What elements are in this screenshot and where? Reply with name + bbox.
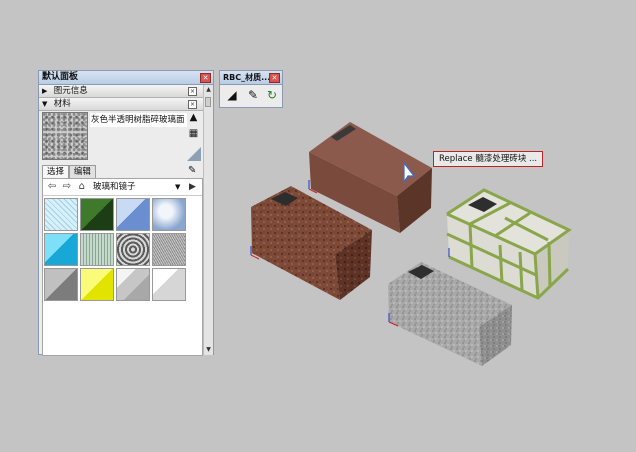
rbc-close-button[interactable]: ✕ (269, 73, 280, 83)
material-swatch-glass-cyan[interactable] (44, 233, 78, 266)
material-browser: ⇦ ⇨ ⌂ 玻璃和镜子 ▼ ▶ (42, 178, 203, 356)
material-nav-bar: ⇦ ⇨ ⌂ 玻璃和镜子 ▼ ▶ (43, 179, 202, 196)
replace-material-icon[interactable]: ↻ (264, 87, 280, 103)
material-swatch-glass-gray-diagonal[interactable] (44, 268, 78, 301)
material-swatch-glass-yellow[interactable] (80, 268, 114, 301)
material-swatch-glass-green-dark[interactable] (80, 198, 114, 231)
scroll-up-icon[interactable]: ▲ (204, 85, 213, 95)
tab-select[interactable]: 选择 (42, 165, 70, 178)
material-swatch-glass-grid-blue[interactable] (44, 198, 78, 231)
default-tray-panel: 默认面板 ✕ ▶ 图元信息 × ▼ 材料 × ▲ ▼ 灰色半透明树脂碎玻璃面 ▲… (38, 70, 214, 356)
home-icon[interactable]: ⌂ (76, 179, 88, 195)
scroll-thumb[interactable] (205, 97, 211, 107)
section-entity-info-label: 图元信息 (53, 86, 88, 96)
section-materials-label: 材料 (53, 99, 71, 109)
details-arrow-icon[interactable]: ▶ (189, 179, 196, 195)
replace-tooltip: Replace 髓漆处理砖块 ... (433, 151, 544, 167)
rbc-title: RBC_材质... (223, 73, 271, 82)
paint-bucket-icon[interactable]: ▲ (187, 112, 200, 124)
material-name-field[interactable]: 灰色半透明树脂碎玻璃面 (90, 113, 187, 127)
material-preview-swatch (42, 112, 88, 160)
material-swatch-glass-blue-gradient[interactable] (116, 198, 150, 231)
material-tabs: 选择 编辑 (42, 165, 96, 178)
material-swatch-glass-ribbed-green[interactable] (80, 233, 114, 266)
box-green-grout-panels[interactable] (446, 188, 572, 300)
eyedropper-icon[interactable]: ✎ (245, 87, 261, 103)
material-swatch-glass-patterned-gray[interactable] (116, 233, 150, 266)
tray-title: 默认面板 (42, 72, 79, 82)
material-swatch-glass-white-gradient[interactable] (152, 268, 186, 301)
rbc-title-bar[interactable]: RBC_材质... ✕ (220, 71, 282, 85)
material-swatch-glass-speckled-gray[interactable] (152, 233, 186, 266)
paint-bucket-icon[interactable]: ◢ (224, 87, 240, 103)
material-swatch-glass-frosted-steps[interactable] (116, 268, 150, 301)
collapse-arrow-icon[interactable]: ▼ (42, 98, 51, 110)
rbc-material-window: RBC_材质... ✕ ◢ ✎ ↻ (219, 70, 283, 108)
tray-close-button[interactable]: ✕ (200, 73, 211, 83)
back-arrow-icon[interactable]: ⇦ (46, 179, 58, 195)
sample-paint-icon[interactable] (187, 147, 201, 161)
eyedropper-icon[interactable]: ✎ (188, 165, 196, 176)
forward-arrow-icon[interactable]: ⇨ (61, 179, 73, 195)
tab-edit[interactable]: 编辑 (68, 165, 96, 178)
tray-scrollbar[interactable]: ▲ ▼ (203, 85, 213, 355)
material-swatch-glass-sky[interactable] (152, 198, 186, 231)
scroll-down-icon[interactable]: ▼ (204, 345, 213, 355)
expand-arrow-icon[interactable]: ▶ (42, 85, 51, 97)
section-close-button[interactable]: × (188, 87, 197, 96)
tray-title-bar[interactable]: 默认面板 ✕ (39, 71, 213, 85)
collection-dropdown[interactable]: 玻璃和镜子 (93, 179, 136, 195)
section-materials[interactable]: ▼ 材料 × (39, 98, 213, 111)
section-close-button[interactable]: × (188, 100, 197, 109)
chevron-down-icon[interactable]: ▼ (175, 179, 180, 195)
create-material-icon[interactable]: ▦ (187, 128, 200, 140)
section-entity-info[interactable]: ▶ 图元信息 × (39, 85, 213, 98)
